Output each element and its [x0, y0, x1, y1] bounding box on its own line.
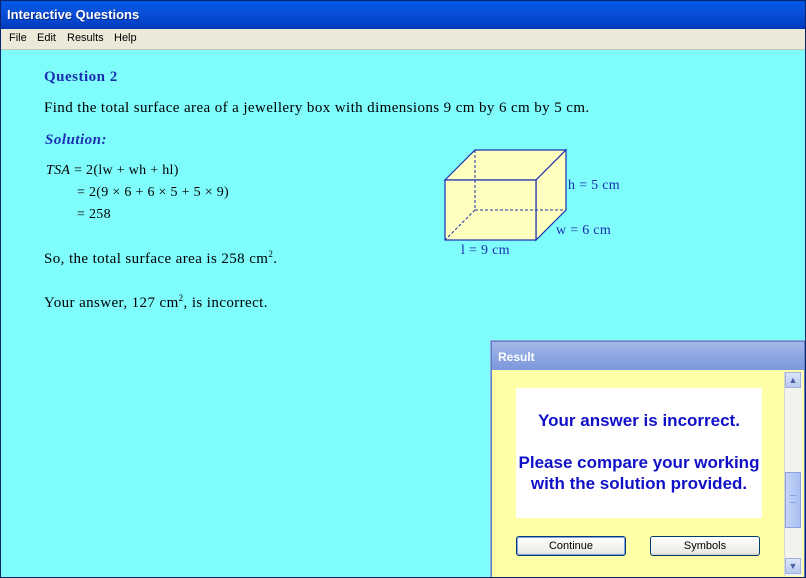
width-label: w = 6 cm: [556, 223, 612, 238]
conclusion-period: .: [273, 251, 278, 267]
menu-help[interactable]: Help: [114, 32, 137, 44]
solution-conclusion: So, the total surface area is 258 cm2.: [44, 249, 277, 268]
feedback-suffix: , is incorrect.: [183, 295, 268, 311]
menu-bar: File Edit Results Help: [1, 29, 805, 50]
app-window: Interactive Questions File Edit Results …: [0, 0, 806, 578]
conclusion-text: So, the total surface area is 258 cm: [44, 251, 269, 267]
tsa-label: TSA: [46, 163, 71, 178]
continue-button[interactable]: Continue: [516, 536, 626, 556]
answer-feedback: Your answer, 127 cm2, is incorrect.: [44, 293, 268, 312]
result-line-1: Your answer is incorrect.: [538, 411, 740, 430]
dialog-title: Result: [498, 350, 535, 364]
question-title: Question 2: [44, 69, 118, 85]
solution-title: Solution:: [45, 132, 108, 148]
scroll-up-icon[interactable]: ▲: [785, 372, 801, 388]
menu-results[interactable]: Results: [67, 32, 104, 44]
continue-label: Continue: [548, 540, 594, 552]
scroll-thumb[interactable]: [785, 472, 801, 528]
height-label: h = 5 cm: [568, 178, 620, 193]
feedback-text: Your answer, 127 cm: [44, 295, 179, 311]
scroll-down-icon[interactable]: ▼: [785, 558, 801, 574]
window-title: Interactive Questions: [7, 7, 140, 22]
solution-equation-2: = 2(9 × 6 + 6 × 5 + 5 × 9): [77, 185, 229, 200]
length-label: l = 9 cm: [461, 243, 510, 258]
menu-file[interactable]: File: [9, 32, 27, 44]
result-line-2: Please compare your working with the sol…: [518, 453, 760, 493]
solution-equation-1: TSA = 2(lw + wh + hl): [46, 163, 179, 179]
question-text: Find the total surface area of a jewelle…: [44, 100, 590, 116]
menu-edit[interactable]: Edit: [37, 32, 56, 44]
symbols-button[interactable]: Symbols: [650, 536, 760, 556]
result-message: Your answer is incorrect. Please compare…: [516, 388, 762, 518]
dialog-scrollbar[interactable]: ▲ ▼: [784, 372, 802, 576]
dialog-title-bar[interactable]: Result: [492, 342, 804, 370]
result-dialog: Result Your answer is incorrect. Please …: [491, 341, 805, 577]
title-bar[interactable]: Interactive Questions: [1, 1, 805, 29]
equation-1-rhs: = 2(lw + wh + hl): [74, 163, 179, 178]
symbols-label: Symbols: [683, 540, 727, 552]
solution-equation-3: = 258: [77, 207, 111, 222]
